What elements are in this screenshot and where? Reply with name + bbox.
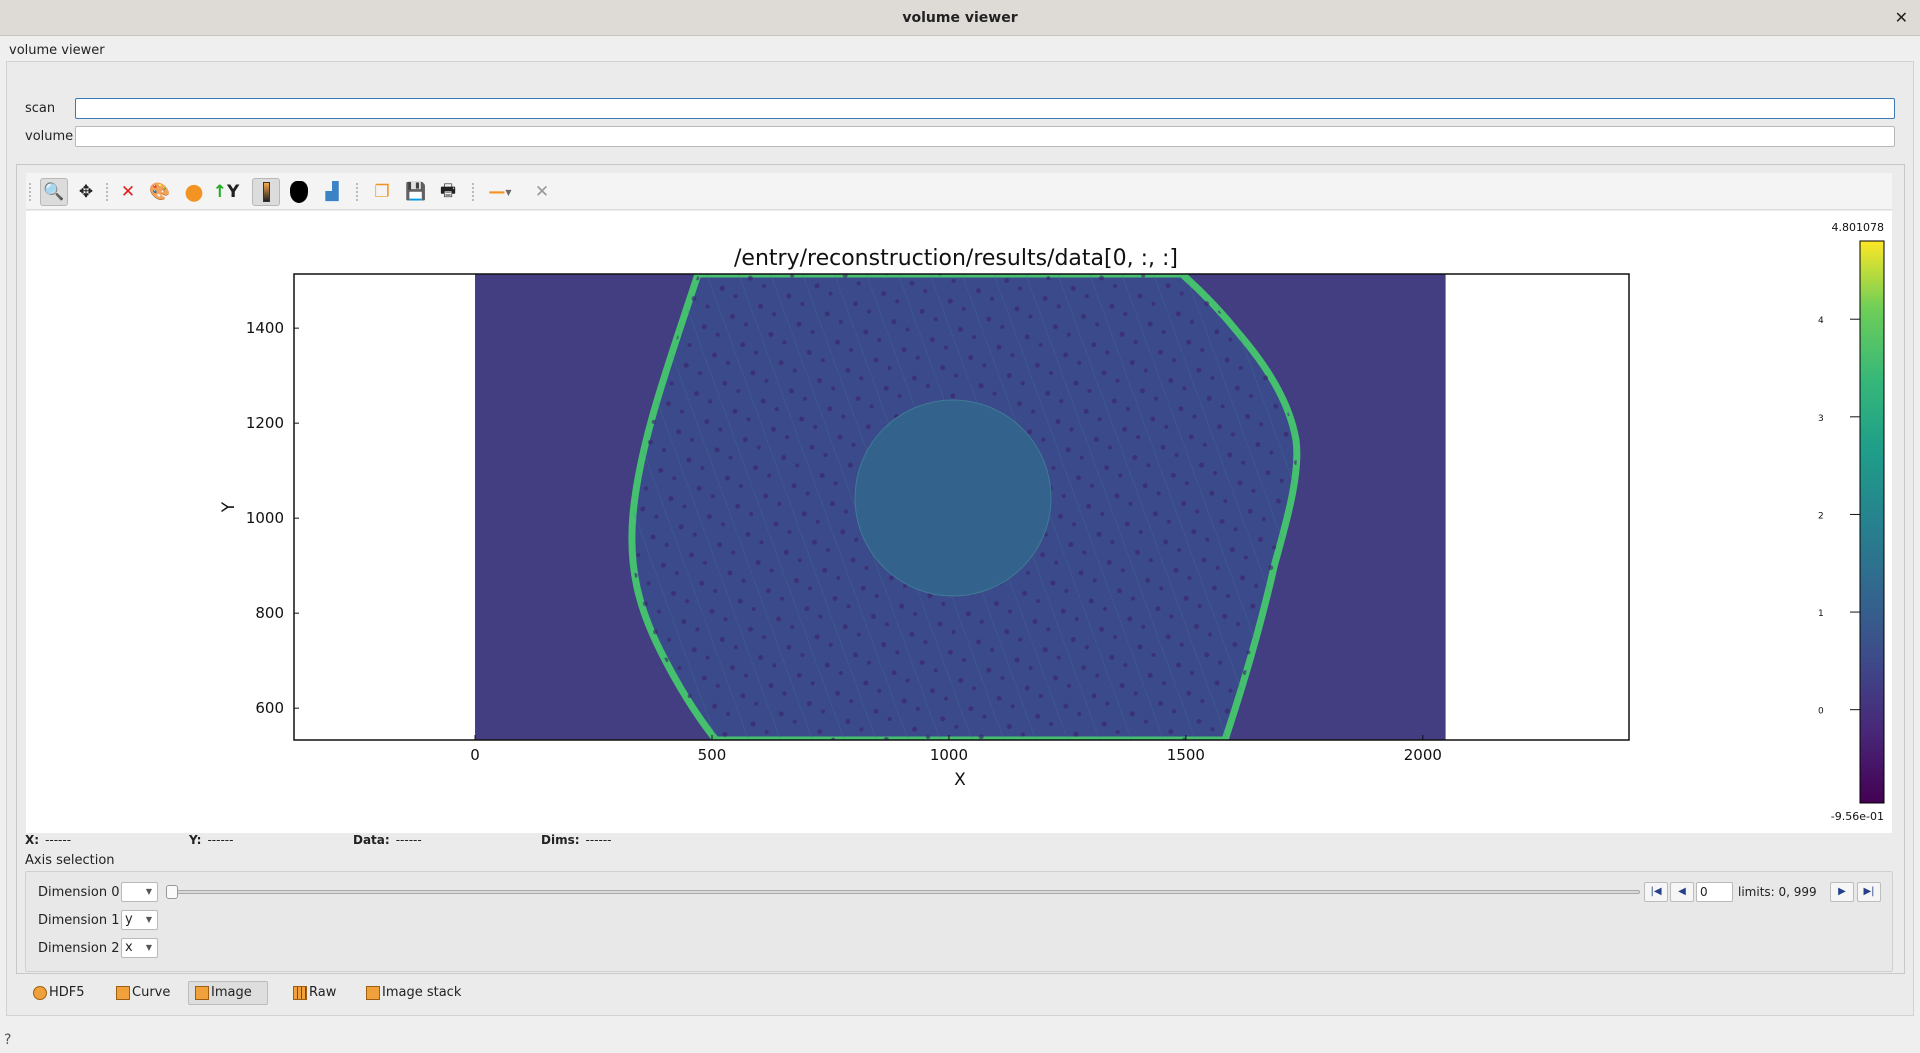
center-disc [854, 399, 1052, 597]
tab-raw[interactable]: Raw [287, 981, 342, 1005]
dimension-0-select[interactable]: ▼ [121, 882, 158, 902]
first-frame-button[interactable]: |◀ [1644, 882, 1668, 902]
tab-image-stack[interactable]: Image stack [360, 981, 467, 1005]
tab-hdf5[interactable]: HDF5 [27, 981, 91, 1005]
frame-slider[interactable] [170, 890, 1640, 894]
tab-curve[interactable]: Curve [110, 981, 176, 1005]
colorbar-tick-label: 2 [1818, 511, 1824, 521]
dimension-0-label: Dimension 0 [38, 885, 120, 900]
frame-slider-handle[interactable] [166, 885, 178, 899]
dimension-2-select[interactable]: x ▼ [121, 938, 158, 958]
y-tick-label: 1000 [246, 509, 284, 527]
y-tick-label: 1200 [246, 414, 284, 432]
colorbar-tick-label: 1 [1818, 609, 1824, 619]
y-tick-label: 1400 [246, 319, 284, 337]
x-tick-label: 500 [698, 746, 727, 764]
image-icon [195, 986, 209, 1000]
x-tick-label: 1500 [1167, 746, 1205, 764]
limits-label: limits: 0, 999 [1738, 885, 1817, 899]
curve-icon [116, 986, 130, 1000]
colorbar-tick-label: 4 [1818, 316, 1824, 326]
status-dims: Dims: ------ [541, 833, 612, 847]
hdf5-icon [33, 986, 47, 1000]
x-tick-label: 1000 [930, 746, 968, 764]
status-data: Data: ------ [353, 833, 422, 847]
colorbar-tick-label: 3 [1818, 414, 1824, 424]
previous-frame-button[interactable]: ◀ [1670, 882, 1694, 902]
y-tick-label: 600 [255, 699, 284, 717]
dimension-2-label: Dimension 2 [38, 941, 120, 956]
image-stack-icon [366, 986, 380, 1000]
last-frame-button[interactable]: ▶| [1857, 882, 1881, 902]
colorbar [1859, 240, 1885, 804]
next-frame-button[interactable]: ▶ [1830, 882, 1854, 902]
x-tick-label: 2000 [1404, 746, 1442, 764]
dimension-1-select[interactable]: y ▼ [121, 910, 158, 930]
axis-selection-title: Axis selection [25, 853, 115, 868]
y-axis-label: Y [219, 501, 239, 513]
status-x: X: ------ [25, 833, 72, 847]
frame-input[interactable]: 0 [1696, 882, 1733, 902]
raw-icon [293, 986, 307, 1000]
colorbar-min-label: -9.56e-01 [1831, 810, 1884, 823]
x-tick-label: 0 [470, 746, 480, 764]
help-icon[interactable]: ? [4, 1032, 11, 1048]
colorbar-max-label: 4.801078 [1832, 221, 1885, 234]
plot-title: /entry/reconstruction/results/data[0, :,… [734, 246, 1178, 271]
y-tick-label: 800 [255, 604, 284, 622]
colorbar-tick-label: 0 [1818, 707, 1824, 717]
tab-image[interactable]: Image [188, 981, 268, 1005]
x-axis-label: X [954, 770, 966, 790]
status-y: Y: ------ [189, 833, 234, 847]
axis-selection-box [25, 871, 1893, 972]
dimension-1-label: Dimension 1 [38, 913, 120, 928]
